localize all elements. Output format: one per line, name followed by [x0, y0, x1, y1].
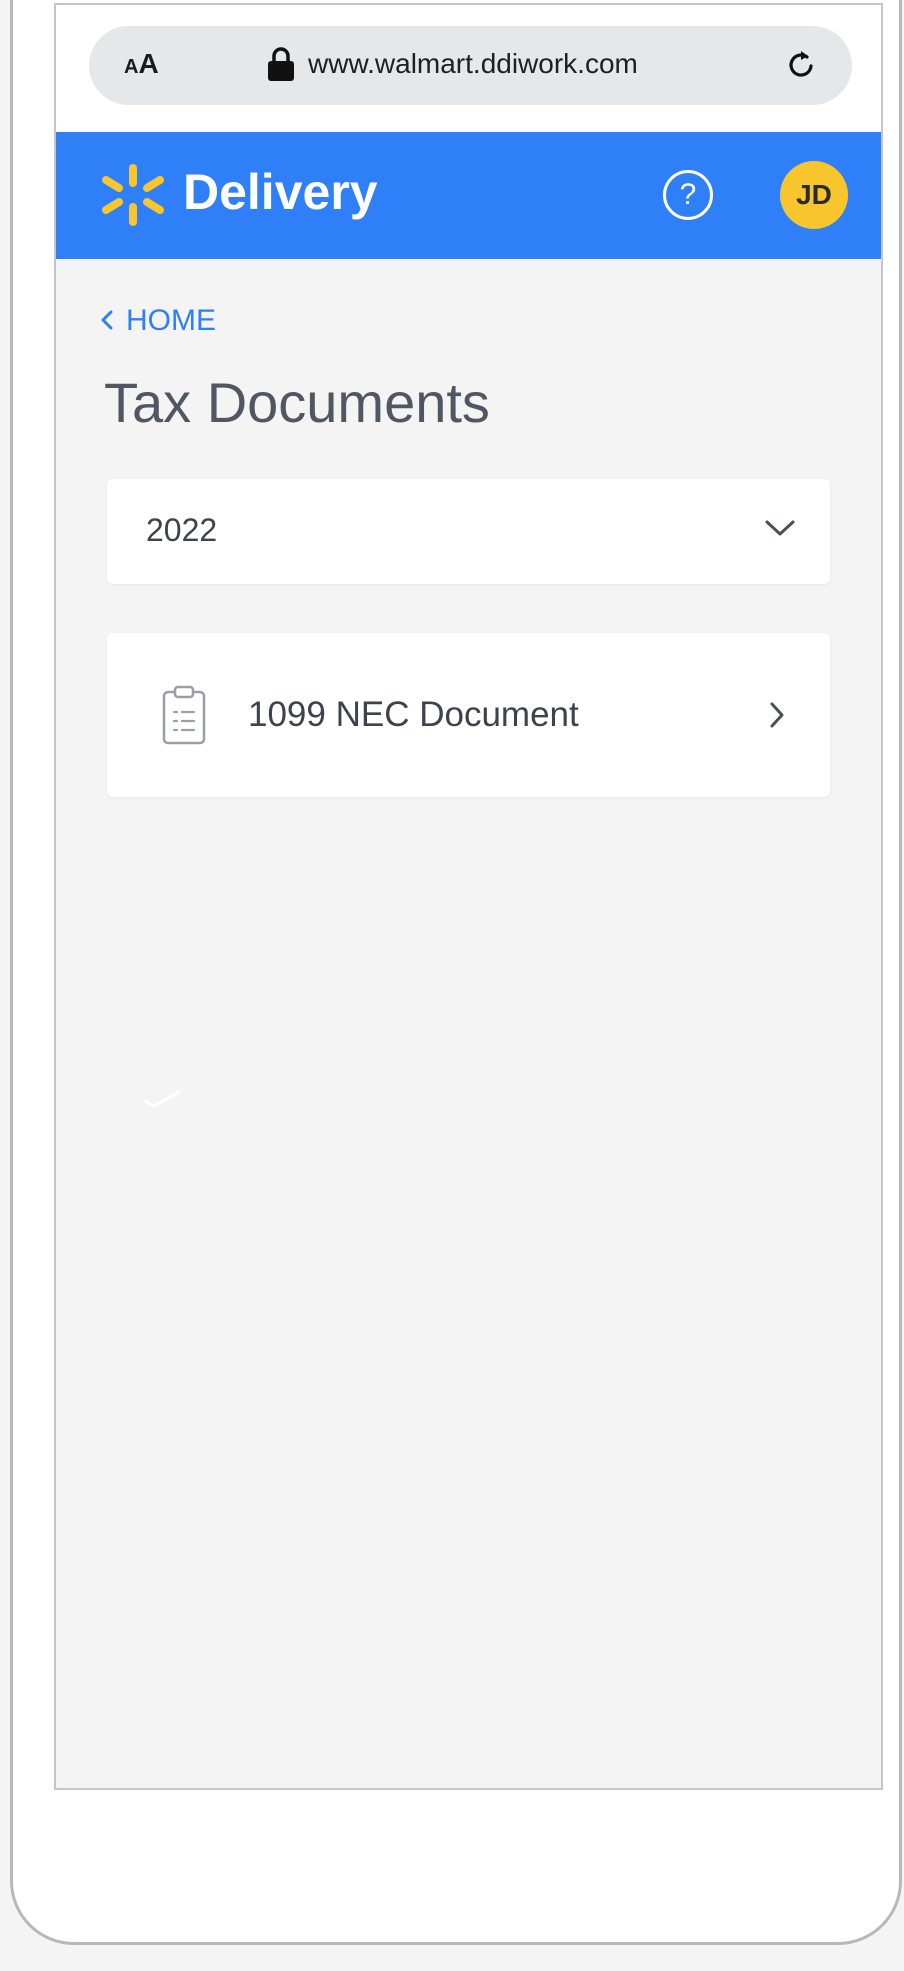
chevron-right-icon: [770, 702, 784, 728]
text-size-button[interactable]: AA: [124, 48, 159, 80]
year-select[interactable]: 2022: [107, 479, 830, 584]
address-bar[interactable]: AA www.walmart.ddiwork.com: [89, 26, 852, 105]
clipboard-icon: [162, 685, 206, 745]
year-select-value: 2022: [146, 512, 218, 548]
browser-bar: AA www.walmart.ddiwork.com: [56, 5, 881, 132]
help-button[interactable]: ?: [663, 170, 713, 220]
back-link-label: HOME: [126, 304, 216, 337]
phone-frame: AA www.walmart.ddiwork.com Delivery ? JD…: [10, 0, 902, 1945]
screen: AA www.walmart.ddiwork.com Delivery ? JD…: [54, 3, 883, 1790]
url-text[interactable]: www.walmart.ddiwork.com: [308, 48, 638, 80]
document-row[interactable]: 1099 NEC Document: [107, 633, 830, 797]
app-header: Delivery ? JD: [56, 132, 881, 259]
chevron-down-icon: [765, 520, 795, 536]
chevron-left-icon: [101, 310, 113, 330]
brand-title: Delivery: [183, 164, 378, 220]
text-size-large-label: A: [138, 48, 159, 79]
spark-logo-icon: [102, 164, 164, 226]
reload-icon[interactable]: [784, 46, 818, 82]
faint-checkmark-icon: [143, 1090, 181, 1108]
back-link[interactable]: HOME: [100, 304, 216, 338]
avatar-initials: JD: [796, 179, 832, 210]
document-label: 1099 NEC Document: [248, 695, 579, 734]
text-size-small-label: A: [124, 56, 139, 78]
avatar[interactable]: JD: [780, 161, 848, 229]
lock-icon: [268, 47, 294, 81]
page-title: Tax Documents: [104, 371, 490, 434]
help-icon: ?: [679, 178, 697, 211]
